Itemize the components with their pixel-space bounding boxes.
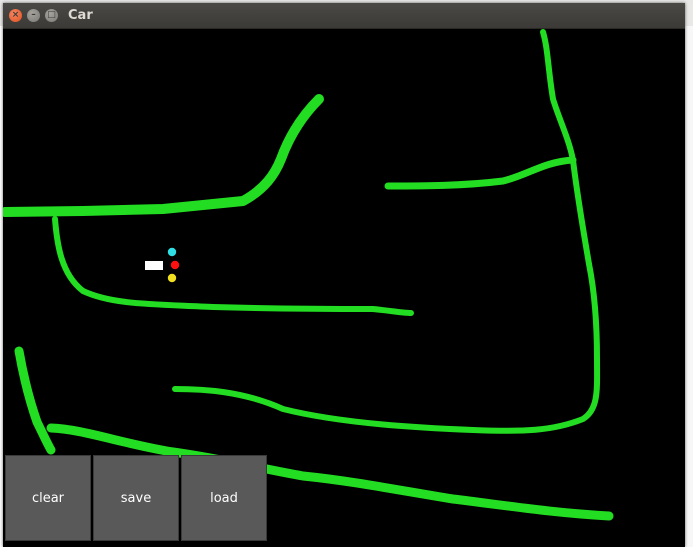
car-window: × – □ Car clear save load bbox=[3, 3, 685, 547]
minimize-icon[interactable]: – bbox=[27, 9, 40, 22]
title-bar[interactable]: × – □ Car bbox=[3, 3, 685, 29]
drawing-canvas[interactable]: clear save load bbox=[3, 29, 685, 547]
sensor-top bbox=[167, 247, 177, 257]
track-line bbox=[172, 29, 601, 434]
clear-button[interactable]: clear bbox=[5, 455, 91, 541]
window-title: Car bbox=[68, 8, 93, 23]
track-line bbox=[3, 94, 324, 217]
track-line bbox=[384, 156, 577, 190]
load-button[interactable]: load bbox=[181, 455, 267, 541]
maximize-icon[interactable]: □ bbox=[45, 9, 58, 22]
button-bar: clear save load bbox=[5, 455, 269, 541]
sensor-middle bbox=[170, 260, 180, 270]
track-line bbox=[52, 216, 414, 316]
track-line bbox=[14, 346, 56, 455]
sensor-bottom bbox=[167, 273, 177, 283]
save-button[interactable]: save bbox=[93, 455, 179, 541]
close-icon[interactable]: × bbox=[9, 9, 22, 22]
car-body bbox=[145, 261, 163, 270]
